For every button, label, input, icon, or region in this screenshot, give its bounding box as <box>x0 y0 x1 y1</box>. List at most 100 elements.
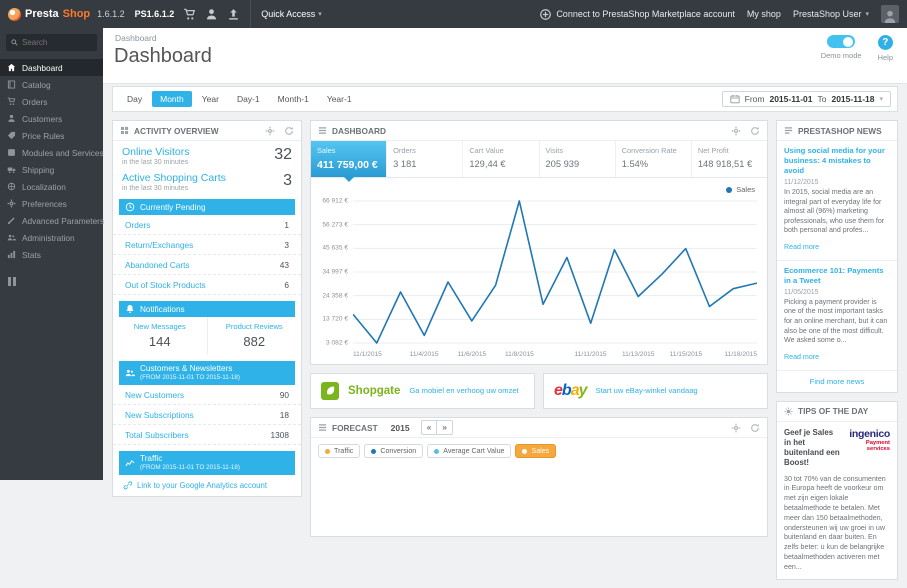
kpi-label: Net Profit <box>697 146 729 155</box>
truck-icon <box>7 167 16 174</box>
refresh-icon[interactable] <box>750 126 760 136</box>
prestashop-logo[interactable]: Presta Shop 1.6.1.2 <box>8 7 125 21</box>
sidebar-item-administration[interactable]: Administration <box>0 229 103 246</box>
read-more-link[interactable]: Read more <box>784 243 819 251</box>
forecast-legend-sales[interactable]: Sales <box>515 444 557 458</box>
my-shop-link[interactable]: My shop <box>747 9 781 19</box>
shop-name[interactable]: PS1.6.1.2 <box>135 9 175 19</box>
kpi-tab-orders[interactable]: Orders 3 181 <box>387 141 464 177</box>
home-icon <box>7 63 16 72</box>
forecast-prev-button[interactable]: « <box>422 421 437 434</box>
gear-icon[interactable] <box>265 126 275 136</box>
sidebar-item-label: Shipping <box>22 164 55 175</box>
pending-row-orders: Orders 1 <box>113 215 301 235</box>
out-of-stock-value: 6 <box>284 280 289 290</box>
traffic-title: Traffic <box>140 454 163 464</box>
date-range-picker[interactable]: From 2015-11-01 To 2015-11-18 ▾ <box>721 91 891 107</box>
total-subscribers-link[interactable]: Total Subscribers <box>125 430 189 440</box>
new-subscriptions-link[interactable]: New Subscriptions <box>125 410 194 420</box>
wrench-icon <box>7 217 15 225</box>
sidebar-item-catalog[interactable]: Catalog <box>0 76 103 93</box>
kpi-value: 129,44 € <box>469 159 506 169</box>
news-headline-link[interactable]: Ecommerce 101: Payments in a Tweet <box>784 266 890 286</box>
sidebar-item-label: Catalog <box>22 79 51 90</box>
range-button-year[interactable]: Year <box>194 91 227 107</box>
google-analytics-link[interactable]: Link to your Google Analytics account <box>113 475 301 496</box>
kpi-tab-visits[interactable]: Visits 205 939 <box>540 141 616 177</box>
sidebar-search[interactable] <box>6 34 97 51</box>
news-headline-link[interactable]: Using social media for your business: 4 … <box>784 146 890 176</box>
currently-pending-header: Currently Pending <box>119 199 295 215</box>
forecast-legend-traffic[interactable]: Traffic <box>318 444 361 458</box>
sidebar-item-modules[interactable]: Modules and Services <box>0 144 104 161</box>
cart-icon[interactable] <box>183 8 196 21</box>
shopgate-link[interactable]: Ga mobiel en verhoog uw omzet <box>409 386 518 396</box>
forecast-next-button[interactable]: » <box>436 421 452 434</box>
forecast-legend-average-cart-value[interactable]: Average Cart Value <box>427 444 512 458</box>
sidebar-item-price-rules[interactable]: Price Rules <box>0 127 103 144</box>
chart-legend[interactable]: Sales <box>315 182 757 198</box>
user-menu[interactable]: PrestaShop User ▾ <box>793 9 869 19</box>
kpi-tab-sales[interactable]: Sales 411 759,00 € <box>311 141 388 182</box>
user-avatar[interactable] <box>881 5 899 23</box>
search-input[interactable] <box>22 38 92 47</box>
out-of-stock-link[interactable]: Out of Stock Products <box>125 280 206 290</box>
marketplace-icon <box>539 8 552 21</box>
forecast-year-select[interactable]: 2015 <box>391 423 410 433</box>
kpi-label: Cart Value <box>469 146 504 155</box>
pending-returns-link[interactable]: Return/Exchanges <box>125 240 193 250</box>
upload-icon[interactable] <box>227 8 240 21</box>
gear-icon[interactable] <box>731 423 741 433</box>
chevron-down-icon: ▾ <box>865 11 869 18</box>
forecast-nav: « » <box>420 420 454 435</box>
range-button-day-1[interactable]: Day-1 <box>229 91 268 107</box>
profile-icon[interactable] <box>205 8 218 21</box>
range-button-month-1[interactable]: Month-1 <box>270 91 317 107</box>
new-messages-link[interactable]: New Messages <box>115 322 205 331</box>
find-more-news-link[interactable]: Find more news <box>777 371 897 392</box>
y-tick: 3 082 € <box>326 339 348 347</box>
refresh-icon[interactable] <box>284 126 294 136</box>
sidebar-item-localization[interactable]: Localization <box>0 178 103 195</box>
person-icon <box>8 114 15 122</box>
kpi-tab-conversion-rate[interactable]: Conversion Rate 1.54% <box>616 141 692 177</box>
sidebar-item-shipping[interactable]: Shipping <box>0 161 103 178</box>
sidebar-item-orders[interactable]: Orders <box>0 93 103 110</box>
abandoned-carts-link[interactable]: Abandoned Carts <box>125 260 190 270</box>
kpi-tab-cart-value[interactable]: Cart Value 129,44 € <box>463 141 540 177</box>
sidebar-item-customers[interactable]: Customers <box>0 110 103 127</box>
sales-chart: Sales 66 912 € 56 273 € 45 635 € 34 997 … <box>311 178 767 364</box>
marketplace-label: Connect to PrestaShop Marketplace accoun… <box>556 9 735 19</box>
traffic-icon <box>125 460 135 467</box>
range-button-day[interactable]: Day <box>119 91 150 107</box>
product-reviews-cell: Product Reviews 882 <box>206 317 302 355</box>
sidebar-item-advanced-parameters[interactable]: Advanced Parameters <box>0 212 104 229</box>
help-icon[interactable]: ? <box>877 35 893 50</box>
calendar-icon <box>730 95 740 104</box>
sidebar-item-stats[interactable]: Stats <box>0 246 103 263</box>
pending-orders-link[interactable]: Orders <box>125 220 150 230</box>
chart-plot-area[interactable] <box>353 198 757 348</box>
active-carts-link[interactable]: Active Shopping Carts <box>122 172 226 184</box>
product-reviews-link[interactable]: Product Reviews <box>210 322 300 331</box>
range-button-year-1[interactable]: Year-1 <box>319 91 360 107</box>
ebay-link[interactable]: Start uw eBay-winkel vandaag <box>596 386 698 396</box>
online-visitors-link[interactable]: Online Visitors <box>122 146 190 158</box>
sidebar-item-label: Orders <box>22 96 48 107</box>
refresh-icon[interactable] <box>750 423 760 433</box>
kpi-value: 148 918,51 € <box>697 159 753 169</box>
kpi-tab-net-profit[interactable]: Net Profit 148 918,51 € <box>692 141 767 177</box>
dashboard-panel-title: DASHBOARD <box>332 125 386 136</box>
sidebar-collapse-button[interactable] <box>8 277 95 286</box>
legend-label: Sales <box>736 185 755 194</box>
forecast-legend-conversion[interactable]: Conversion <box>364 444 424 458</box>
sidebar-item-dashboard[interactable]: Dashboard <box>0 59 103 76</box>
marketplace-link[interactable]: Connect to PrestaShop Marketplace accoun… <box>539 8 735 21</box>
range-button-month[interactable]: Month <box>152 91 192 107</box>
sidebar-item-preferences[interactable]: Preferences <box>0 195 103 212</box>
read-more-link[interactable]: Read more <box>784 353 819 361</box>
demo-mode-toggle[interactable] <box>827 35 856 48</box>
new-customers-link[interactable]: New Customers <box>125 390 184 400</box>
gear-icon[interactable] <box>731 126 741 136</box>
quick-access-menu[interactable]: Quick Access ▾ <box>261 9 322 19</box>
